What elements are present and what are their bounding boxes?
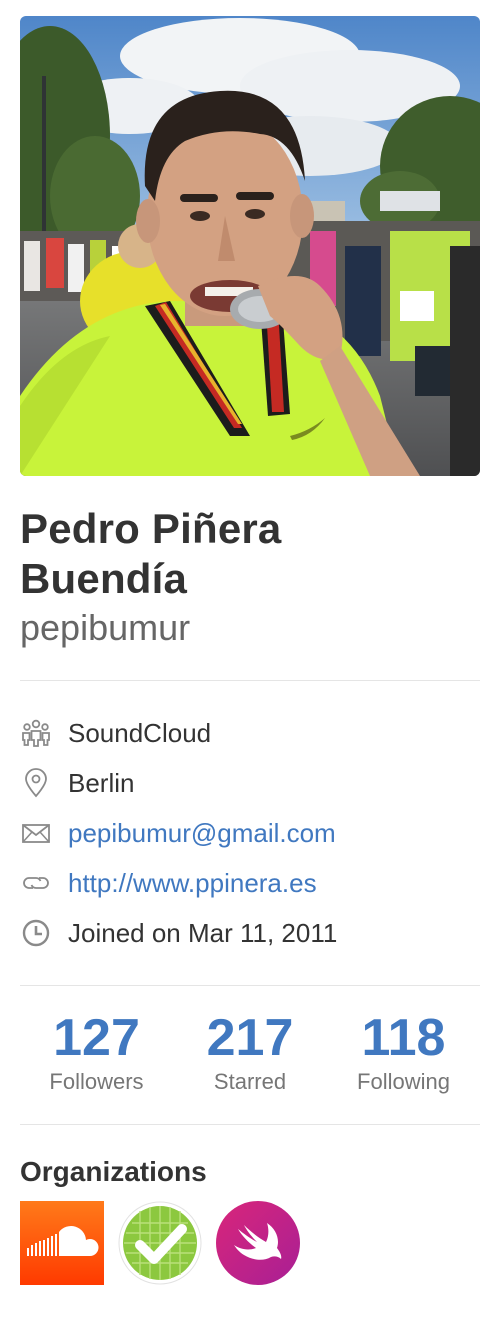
location-text: Berlin — [68, 767, 135, 798]
org-soundcloud[interactable] — [20, 1201, 104, 1285]
detail-location: Berlin — [20, 758, 480, 808]
following-label: Following — [357, 1069, 450, 1094]
profile-sidebar: Pedro Piñera Buendía pepibumur SoundClou… — [20, 16, 480, 1285]
starred-label: Starred — [213, 1069, 287, 1094]
mail-icon — [20, 817, 52, 849]
check-grid-logo-icon — [118, 1201, 202, 1285]
divider — [20, 1124, 480, 1125]
organizations-heading: Organizations — [20, 1156, 207, 1187]
website-link[interactable]: http://www.ppinera.es — [68, 868, 317, 899]
organizations-list — [20, 1201, 480, 1285]
divider — [20, 985, 480, 986]
clock-icon — [20, 917, 52, 949]
location-pin-icon — [20, 767, 52, 799]
detail-company: SoundCloud — [20, 708, 480, 758]
joined-date: Joined on Mar 11, 2011 — [68, 917, 338, 948]
full-name-line-2: Buendía — [20, 555, 188, 602]
detail-website: http://www.ppinera.es — [20, 858, 480, 908]
followers-count: 127 — [53, 1009, 140, 1067]
followers-stat[interactable]: 127 Followers — [20, 1008, 173, 1124]
full-name-line-1: Pedro Piñera — [20, 505, 282, 552]
profile-username: pepibumur — [20, 607, 191, 648]
avatar-photo — [20, 16, 480, 476]
following-stat[interactable]: 118 Following — [327, 1008, 480, 1124]
starred-count: 217 — [206, 1009, 294, 1067]
profile-avatar[interactable] — [20, 16, 480, 476]
link-icon — [20, 867, 52, 899]
org-swift[interactable] — [216, 1201, 300, 1285]
followers-label: Followers — [49, 1069, 144, 1094]
detail-email: pepibumur@gmail.com — [20, 808, 480, 858]
following-count: 118 — [361, 1009, 446, 1067]
email-link[interactable]: pepibumur@gmail.com — [68, 818, 336, 849]
company-name: SoundCloud — [68, 717, 212, 748]
detail-joined: Joined on Mar 11, 2011 — [20, 908, 480, 958]
soundcloud-logo-icon — [20, 1201, 104, 1285]
profile-full-name: Pedro Piñera Buendía — [20, 504, 480, 604]
profile-details-list: SoundCloud Berlin pepibumur@gmail.com ht… — [20, 708, 480, 958]
divider — [20, 680, 480, 681]
swift-logo-icon — [216, 1201, 300, 1285]
profile-stats: 127 Followers 217 Starred 118 Following — [20, 1008, 480, 1124]
organization-icon — [20, 717, 52, 749]
starred-stat[interactable]: 217 Starred — [174, 1008, 327, 1124]
org-check-grid[interactable] — [118, 1201, 202, 1285]
